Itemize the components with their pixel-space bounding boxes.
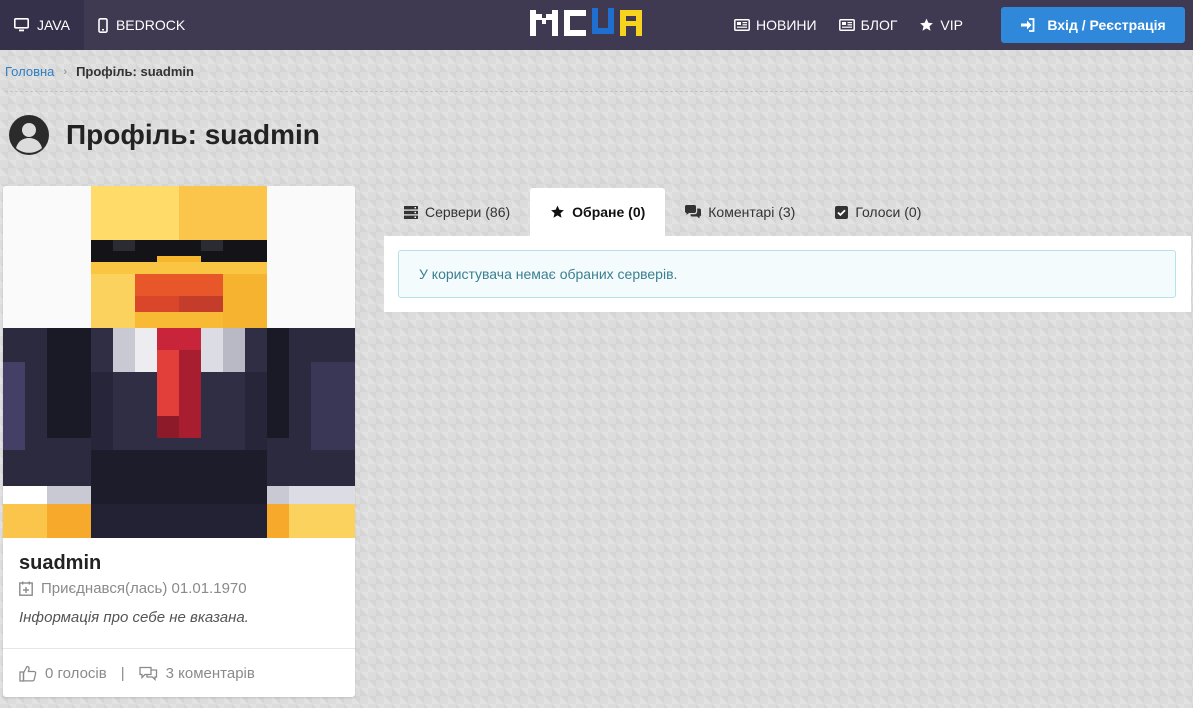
page-title: Профіль: suadmin (66, 119, 320, 150)
chevron-right-icon: › (63, 65, 68, 78)
sign-in-icon (1021, 18, 1035, 32)
login-register-button[interactable]: Вхід / Реєстрація (1001, 7, 1185, 43)
newspaper-icon (734, 19, 750, 31)
comments-icon (138, 666, 157, 681)
nav-bedrock-label: BEDROCK (115, 17, 186, 33)
empty-favorites-message: У користувача немає обраних серверів. (419, 266, 678, 282)
profile-joined: Приєднався(лась) 01.01.1970 (19, 580, 339, 597)
profile-stats: 0 голосів | 3 коментарів (3, 648, 355, 697)
tab-comments-label: Коментарі (3) (708, 204, 796, 220)
tab-comments[interactable]: Коментарі (3) (665, 188, 815, 236)
nav-right: НОВИНИ БЛОГ VIP Вхід / Реєстрація (734, 0, 1193, 50)
breadcrumb-divider (5, 91, 1193, 92)
profile-info: suadmin Приєднався(лась) 01.01.1970 Інфо… (19, 552, 339, 626)
votes-count: 0 голосів (45, 664, 107, 682)
profile-card: suadmin Приєднався(лась) 01.01.1970 Інфо… (3, 186, 355, 697)
breadcrumb: Головна › Профіль: suadmin (5, 64, 194, 79)
top-navbar: JAVA BEDROCK НОВИНИ БЛОГ VIP Вхід / Реєс… (0, 0, 1193, 50)
star-icon (920, 18, 934, 31)
nav-bedrock-button[interactable]: BEDROCK (84, 0, 199, 50)
tab-servers[interactable]: Сервери (86) (384, 188, 530, 236)
empty-favorites-alert: У користувача немає обраних серверів. (398, 250, 1176, 298)
user-circle-icon (9, 115, 49, 155)
nav-java-label: JAVA (37, 17, 70, 33)
page-header: Профіль: suadmin (8, 114, 320, 156)
nav-news-link[interactable]: НОВИНИ (734, 17, 817, 33)
nav-news-label: НОВИНИ (755, 17, 817, 33)
newspaper-icon (838, 19, 855, 31)
breadcrumb-current: Профіль: suadmin (76, 64, 194, 79)
stats-separator: | (120, 664, 125, 682)
login-register-label: Вхід / Реєстрація (1047, 17, 1166, 33)
nav-vip-label: VIP (940, 17, 963, 33)
profile-username: suadmin (19, 552, 102, 574)
tab-servers-label: Сервери (86) (425, 204, 511, 220)
platform-switcher: JAVA BEDROCK (0, 0, 199, 50)
tab-votes-label: Голоси (0) (855, 204, 922, 220)
nav-blog-label: БЛОГ (860, 17, 898, 33)
tab-favorites-label: Обране (0) (572, 204, 646, 220)
tab-content-panel: У користувача немає обраних серверів. (384, 236, 1191, 312)
site-logo[interactable] (528, 4, 664, 42)
player-skin-avatar (3, 186, 355, 538)
monitor-icon (14, 18, 29, 32)
comments-stat: 3 коментарів (138, 664, 255, 682)
calendar-plus-icon (19, 581, 33, 596)
profile-about: Інформація про себе не вказана. (19, 609, 249, 626)
nav-blog-link[interactable]: БЛОГ (838, 17, 898, 33)
nav-vip-link[interactable]: VIP (919, 17, 963, 33)
votes-stat: 0 голосів (19, 665, 107, 682)
phone-icon (98, 17, 108, 33)
server-icon (404, 205, 418, 219)
comments-icon (685, 205, 702, 219)
nav-java-button[interactable]: JAVA (0, 0, 84, 50)
profile-tabs: Сервери (86) Обране (0) Коментарі (3) Го… (384, 188, 941, 236)
profile-joined-text: Приєднався(лась) 01.01.1970 (41, 580, 247, 597)
tab-votes[interactable]: Голоси (0) (815, 188, 941, 236)
star-icon (551, 205, 565, 218)
tab-favorites[interactable]: Обране (0) (530, 188, 666, 236)
comments-count: 3 коментарів (165, 664, 255, 682)
checkbox-icon (835, 205, 849, 219)
breadcrumb-home-link[interactable]: Головна (5, 64, 54, 79)
thumbs-up-icon (19, 665, 37, 682)
